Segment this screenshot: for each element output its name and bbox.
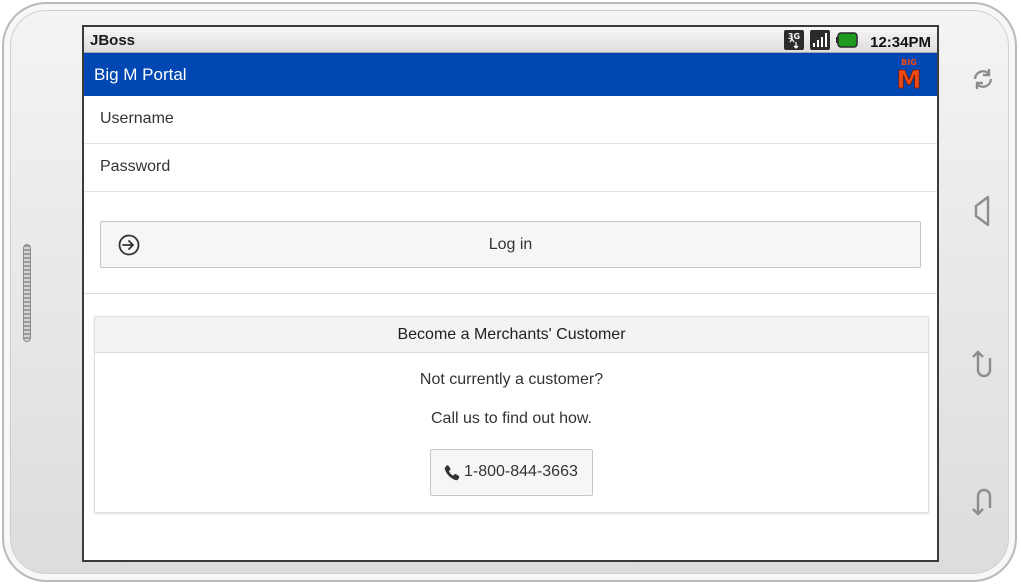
customer-card-line-2: Call us to find out how. — [431, 410, 592, 427]
password-input[interactable] — [98, 144, 922, 190]
login-section: Log in — [84, 194, 937, 294]
customer-card-title: Become a Merchants' Customer — [397, 326, 626, 343]
down-arrow-icon[interactable] — [966, 484, 1000, 518]
customer-card-header: Become a Merchants' Customer — [95, 317, 928, 353]
login-button[interactable]: Log in — [100, 221, 921, 268]
login-button-label: Log in — [488, 236, 533, 253]
app-title: Big M Portal — [94, 65, 187, 84]
back-icon[interactable] — [966, 194, 1000, 228]
phone-icon — [444, 465, 460, 481]
customer-card-line-1: Not currently a customer? — [419, 371, 604, 388]
side-grip — [23, 244, 31, 342]
device-screen: JBoss 3G 12:34PM Big M Portal BIG M User… — [82, 25, 939, 562]
network-3g-icon: 3G — [784, 30, 805, 55]
big-m-logo: BIG M — [896, 58, 922, 92]
app-header: Big M Portal BIG M — [84, 53, 937, 96]
status-bar: JBoss 3G 12:34PM — [84, 27, 937, 53]
battery-icon — [836, 31, 858, 54]
status-bar-title: JBoss — [90, 32, 136, 49]
rotate-icon[interactable] — [966, 62, 1000, 96]
signal-strength-icon — [810, 30, 831, 55]
up-arrow-icon[interactable] — [966, 348, 1000, 382]
password-field-row — [84, 144, 937, 192]
call-phone-button[interactable]: 1-800-844-3663 — [430, 449, 593, 496]
username-input[interactable] — [98, 96, 922, 142]
svg-text:3G: 3G — [788, 32, 800, 41]
username-field-row — [84, 96, 937, 144]
status-icons: 3G 12:34PM — [784, 30, 931, 55]
customer-card: Become a Merchants' Customer Not current… — [94, 316, 929, 513]
svg-text:M: M — [897, 65, 922, 92]
status-bar-time: 12:34PM — [870, 34, 931, 51]
phone-number-label: 1-800-844-3663 — [464, 463, 578, 480]
